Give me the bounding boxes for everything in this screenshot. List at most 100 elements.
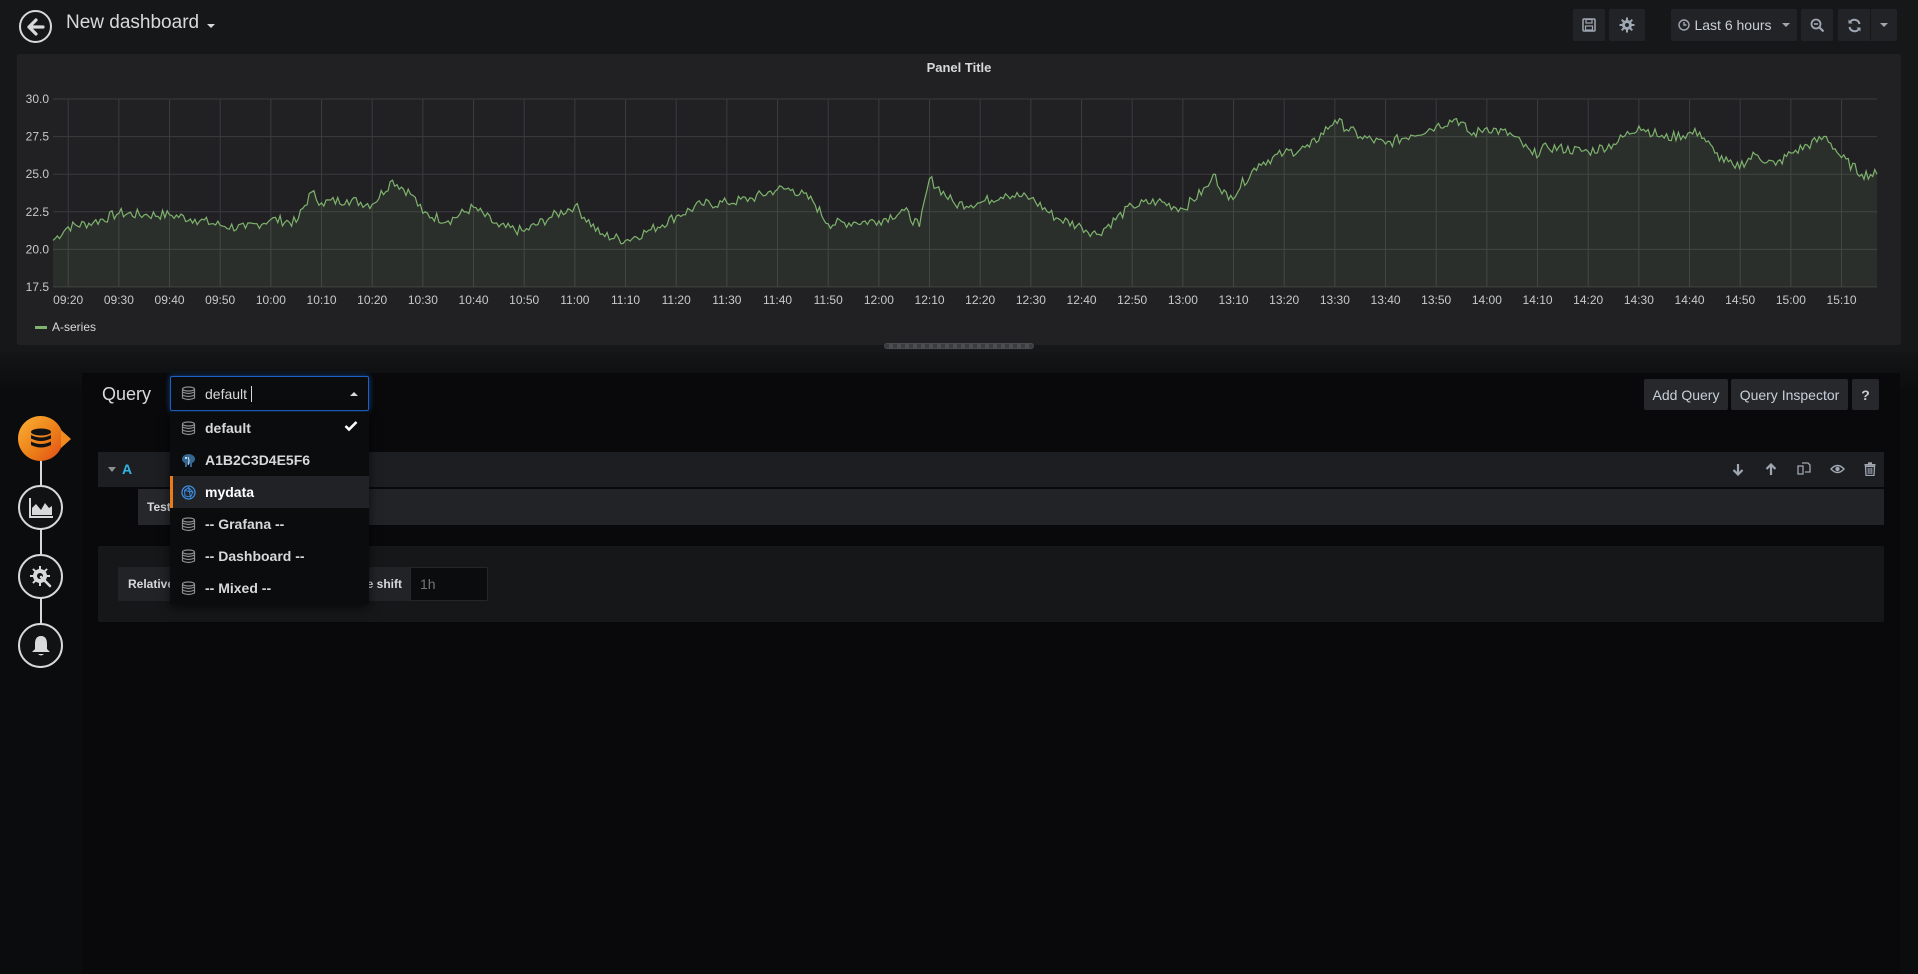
datasource-option-label: -- Grafana -- bbox=[205, 516, 285, 532]
move-down-button[interactable] bbox=[1730, 461, 1746, 477]
query-inspector-button[interactable]: Query Inspector bbox=[1731, 379, 1848, 410]
help-button[interactable]: ? bbox=[1852, 379, 1879, 410]
x-tick-label: 09:20 bbox=[53, 293, 83, 307]
step-visualization[interactable] bbox=[18, 485, 63, 530]
refresh-icon bbox=[1848, 18, 1860, 32]
step-general-settings[interactable] bbox=[18, 554, 63, 599]
refresh-interval-dropdown[interactable] bbox=[1871, 9, 1897, 41]
save-dashboard-button[interactable] bbox=[1573, 9, 1605, 41]
refresh-button[interactable] bbox=[1838, 9, 1870, 41]
arrow-left-icon bbox=[26, 17, 45, 36]
legend: A-series bbox=[35, 320, 96, 334]
datasource-option-dashboard[interactable]: -- Dashboard -- bbox=[170, 540, 369, 572]
datasource-plugin-icon bbox=[181, 484, 196, 500]
datasource-picker-value: default bbox=[205, 385, 248, 402]
x-tick-label: 12:20 bbox=[965, 293, 995, 307]
time-shift-input[interactable] bbox=[410, 567, 488, 601]
datasource-option-mydata[interactable]: mydata bbox=[170, 476, 369, 508]
datasource-option-label: -- Dashboard -- bbox=[205, 548, 305, 564]
save-icon bbox=[1582, 18, 1596, 32]
x-tick-label: 09:40 bbox=[155, 293, 185, 307]
graph-panel[interactable]: Panel Title 17.5 20.0 22.5 25.0 27.5 30.0 09:2… bbox=[17, 54, 1901, 345]
y-tick-label: 22.5 bbox=[26, 205, 50, 219]
trash-icon bbox=[1864, 462, 1876, 476]
x-tick-label: 14:20 bbox=[1573, 293, 1603, 307]
top-navbar: New dashboard Last 6 hours bbox=[0, 0, 1918, 52]
database-icon bbox=[181, 420, 196, 435]
eye-icon bbox=[1829, 464, 1845, 474]
caret-down-icon bbox=[207, 24, 216, 28]
x-tick-label: 12:30 bbox=[1016, 293, 1046, 307]
y-tick-label: 25.0 bbox=[26, 167, 50, 181]
caret-up-icon bbox=[350, 392, 358, 396]
x-tick-label: 10:50 bbox=[509, 293, 539, 307]
datasource-option-label: default bbox=[205, 420, 251, 436]
x-tick-label: 13:20 bbox=[1269, 293, 1299, 307]
step-queries[interactable] bbox=[18, 416, 63, 461]
text-cursor bbox=[251, 385, 253, 402]
duplicate-query-button[interactable] bbox=[1796, 461, 1812, 477]
remove-query-button[interactable] bbox=[1862, 461, 1878, 477]
x-tick-label: 13:50 bbox=[1421, 293, 1451, 307]
datasource-picker[interactable]: default bbox=[170, 376, 369, 411]
panel-resize-handle[interactable] bbox=[884, 343, 1034, 349]
x-tick-label: 11:00 bbox=[560, 293, 589, 307]
legend-swatch bbox=[35, 325, 47, 329]
time-range-label: Last 6 hours bbox=[1694, 17, 1772, 33]
x-tick-label: 12:10 bbox=[915, 293, 945, 307]
toggle-visibility-button[interactable] bbox=[1829, 461, 1845, 477]
x-tick-label: 11:20 bbox=[662, 293, 691, 307]
datasource-option-default[interactable]: default bbox=[170, 412, 369, 444]
datasource-option-mixed[interactable]: -- Mixed -- bbox=[170, 572, 369, 604]
caret-down-icon bbox=[1781, 23, 1790, 27]
datasource-option-label: mydata bbox=[205, 484, 255, 500]
datasource-option-label: -- Mixed -- bbox=[205, 580, 272, 596]
x-tick-label: 11:40 bbox=[763, 293, 792, 307]
datasource-dropdown-menu: default A1B2C3D4E5F6 mydata -- Grafana -… bbox=[170, 412, 369, 604]
add-query-button[interactable]: Add Query bbox=[1644, 379, 1728, 410]
caret-down-icon bbox=[108, 466, 116, 472]
x-tick-label: 11:30 bbox=[712, 293, 741, 307]
time-range-picker[interactable]: Last 6 hours bbox=[1671, 9, 1797, 41]
x-tick-label: 14:50 bbox=[1725, 293, 1755, 307]
query-section-label: Query bbox=[102, 384, 152, 404]
y-tick-label: 30.0 bbox=[26, 92, 50, 106]
gear-icon bbox=[1619, 17, 1635, 33]
x-tick-label: 10:40 bbox=[459, 293, 489, 307]
datasource-option-grafana[interactable]: -- Grafana -- bbox=[170, 508, 369, 540]
zoom-out-button[interactable] bbox=[1801, 9, 1833, 41]
query-row-toggle[interactable]: A bbox=[108, 461, 132, 477]
x-tick-label: 13:10 bbox=[1219, 293, 1249, 307]
x-tick-label: 09:50 bbox=[205, 293, 235, 307]
legend-label[interactable]: A-series bbox=[52, 320, 96, 334]
y-tick-label: 17.5 bbox=[26, 280, 50, 294]
x-tick-label: 14:30 bbox=[1624, 293, 1654, 307]
x-tick-label: 12:50 bbox=[1117, 293, 1147, 307]
checkmark-icon bbox=[344, 421, 358, 432]
dashboard-title: New dashboard bbox=[66, 12, 200, 33]
postgres-icon bbox=[182, 453, 195, 467]
arrow-up-icon bbox=[1765, 462, 1777, 475]
x-tick-label: 11:10 bbox=[611, 293, 640, 307]
x-tick-label: 13:40 bbox=[1371, 293, 1401, 307]
x-tick-label: 10:20 bbox=[357, 293, 387, 307]
x-tick-label: 14:40 bbox=[1675, 293, 1705, 307]
back-button[interactable] bbox=[19, 10, 52, 43]
y-tick-label: 27.5 bbox=[26, 130, 50, 144]
zoom-out-icon bbox=[1810, 18, 1824, 32]
x-tick-label: 13:30 bbox=[1320, 293, 1350, 307]
database-icon bbox=[181, 548, 196, 563]
clock-icon bbox=[1678, 19, 1691, 31]
dashboard-settings-button[interactable] bbox=[1609, 9, 1645, 41]
active-step-pointer bbox=[61, 430, 71, 448]
dashboard-title-dropdown[interactable]: New dashboard bbox=[66, 12, 216, 34]
x-tick-label: 09:30 bbox=[104, 293, 134, 307]
settings-wrench-icon bbox=[29, 565, 51, 587]
x-tick-label: 10:10 bbox=[307, 293, 337, 307]
move-up-button[interactable] bbox=[1763, 461, 1779, 477]
database-icon bbox=[30, 428, 51, 447]
query-row-body bbox=[138, 489, 1884, 525]
step-alert[interactable] bbox=[18, 623, 63, 668]
datasource-option-a1b2c3d4e5f6[interactable]: A1B2C3D4E5F6 bbox=[170, 444, 369, 476]
database-icon bbox=[181, 386, 196, 401]
